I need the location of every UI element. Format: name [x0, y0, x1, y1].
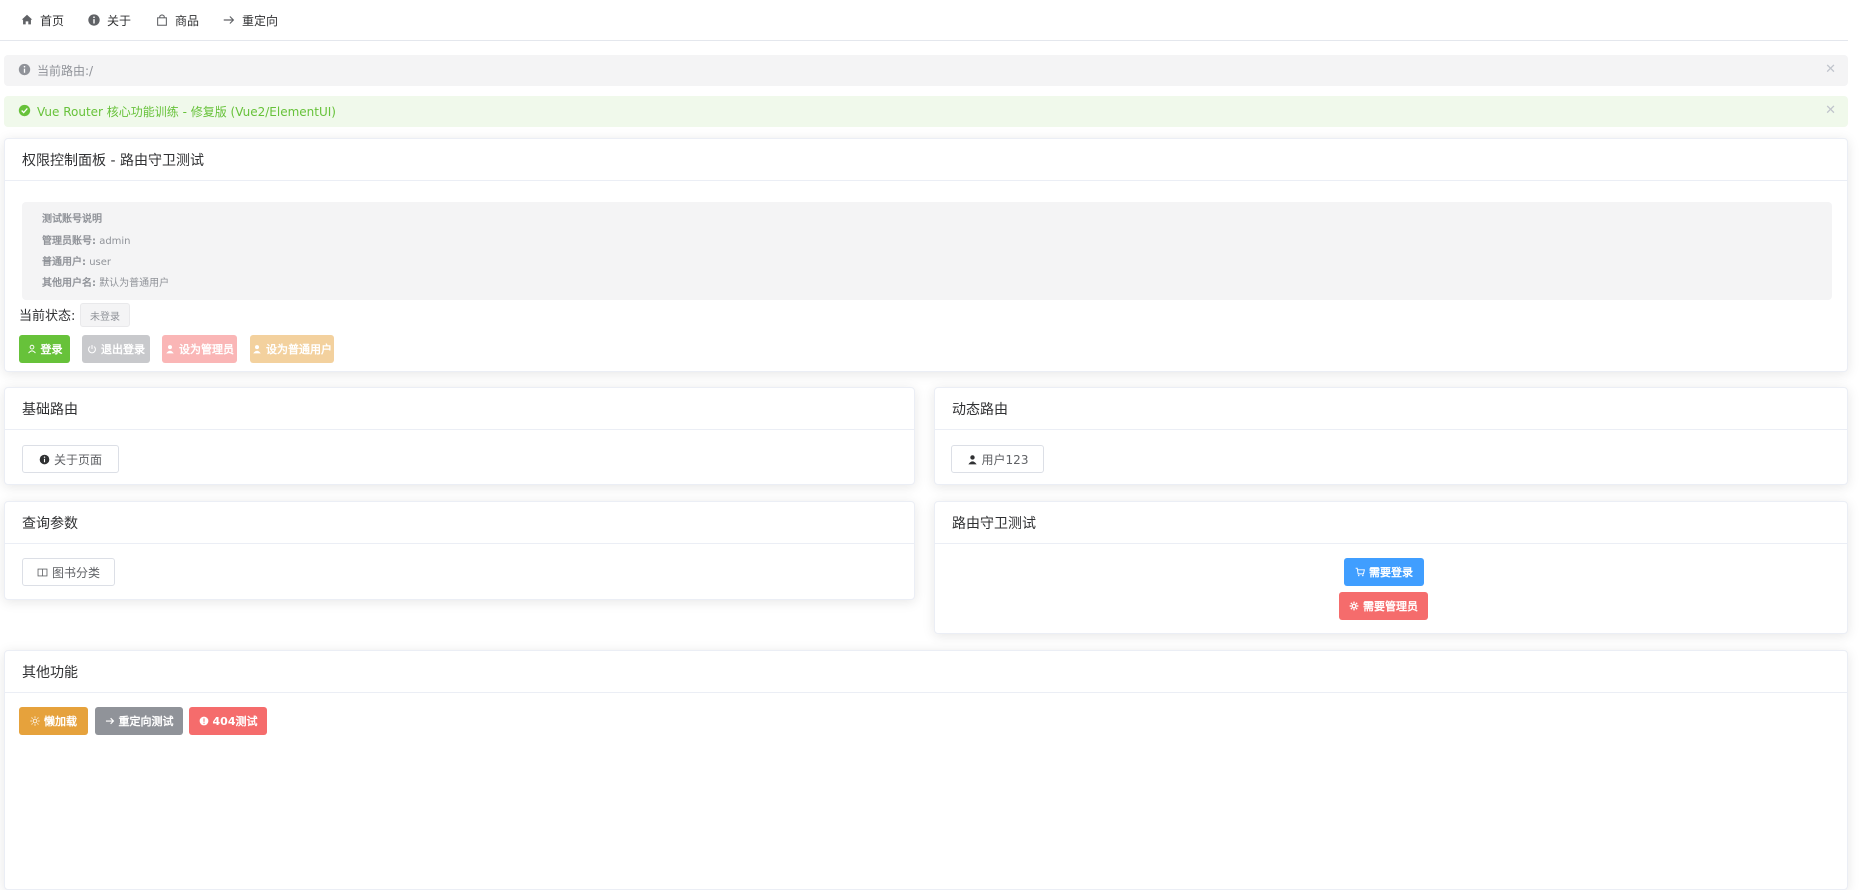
sun-icon — [30, 716, 40, 726]
need-login-button[interactable]: 需要登录 — [1344, 558, 1424, 586]
login-label: 登录 — [40, 343, 63, 356]
dynamic-routes-card: 动态路由 用户123 — [934, 387, 1848, 485]
nav-item-label: 重定向 — [242, 13, 279, 28]
nav-item-about[interactable]: 关于 — [87, 9, 131, 31]
login-button[interactable]: 登录 — [19, 335, 70, 363]
nav-item-home[interactable]: 首页 — [20, 9, 64, 31]
route-info-text: 当前路由:/ — [37, 64, 94, 78]
book-categories-label: 图书分类 — [51, 565, 100, 580]
bag-icon — [157, 14, 167, 26]
card-title: 基础路由 — [22, 401, 78, 418]
nav-item-redirect[interactable]: 重定向 — [222, 9, 278, 31]
need-admin-button[interactable]: 需要管理员 — [1339, 592, 1428, 620]
user-account-line: 普通用户: user — [42, 253, 111, 268]
user-123-button[interactable]: 用户123 — [951, 445, 1044, 473]
success-alert: Vue Router 核心功能训练 - 修复版 (Vue2/ElementUI)… — [4, 96, 1848, 127]
user-label: 普通用户: — [42, 257, 86, 268]
lazy-load-label: 懒加载 — [44, 715, 77, 728]
check-circle-icon — [18, 104, 31, 117]
card-header: 基础路由 — [5, 388, 914, 430]
query-params-card: 查询参数 图书分类 — [4, 501, 915, 600]
top-nav: 首页 关于 商品 重定向 — [0, 0, 1848, 41]
user-value: user — [89, 257, 111, 268]
book-icon — [37, 568, 48, 576]
success-text: Vue Router 核心功能训练 - 修复版 (Vue2/ElementUI) — [37, 105, 336, 119]
card-title: 权限控制面板 - 路由守卫测试 — [22, 152, 204, 169]
nav-item-products[interactable]: 商品 — [155, 9, 199, 31]
book-categories-button[interactable]: 图书分类 — [22, 558, 115, 586]
card-title: 路由守卫测试 — [952, 515, 1036, 532]
info-icon — [18, 63, 31, 76]
info-title: 测试账号说明 — [42, 214, 102, 225]
card-header: 其他功能 — [5, 651, 1847, 693]
cart-icon — [1355, 567, 1365, 577]
about-page-label: 关于页面 — [53, 452, 102, 467]
need-login-label: 需要登录 — [1369, 566, 1413, 579]
other-label: 其他用户名: — [42, 278, 96, 289]
guard-test-card: 路由守卫测试 需要登录 需要管理员 — [934, 501, 1848, 634]
not-found-test-label: 404测试 — [212, 715, 258, 728]
not-found-test-button[interactable]: 404测试 — [189, 707, 267, 735]
redirect-test-label: 重定向测试 — [118, 715, 174, 728]
nav-item-label: 关于 — [107, 13, 132, 28]
status-label: 当前状态: — [19, 309, 76, 324]
logout-label: 退出登录 — [101, 343, 145, 356]
user-icon — [27, 344, 36, 354]
status-tag: 未登录 — [80, 303, 130, 327]
permission-panel: 权限控制面板 - 路由守卫测试 测试账号说明 管理员账号: admin 普通用户… — [4, 138, 1848, 372]
need-admin-label: 需要管理员 — [1363, 600, 1418, 613]
gear-icon — [1349, 601, 1359, 611]
card-title: 其他功能 — [22, 664, 78, 681]
arrow-right-icon — [223, 16, 235, 24]
set-admin-label: 设为管理员 — [179, 343, 234, 356]
other-value: 默认为普通用户 — [99, 278, 170, 289]
set-admin-button[interactable]: 设为管理员 — [162, 335, 237, 363]
set-user-button[interactable]: 设为普通用户 — [250, 335, 334, 363]
arrow-right-icon — [105, 717, 114, 725]
account-info-box: 测试账号说明 管理员账号: admin 普通用户: user 其他用户名: 默认… — [22, 202, 1832, 300]
other-features-card: 其他功能 懒加载 重定向测试 404测试 — [4, 650, 1848, 890]
redirect-test-button[interactable]: 重定向测试 — [95, 707, 183, 735]
nav-item-label: 首页 — [40, 13, 65, 28]
admin-value: admin — [99, 236, 131, 247]
card-header: 查询参数 — [5, 502, 914, 544]
set-user-label: 设为普通用户 — [266, 343, 332, 356]
card-header: 路由守卫测试 — [935, 502, 1847, 544]
basic-routes-card: 基础路由 关于页面 — [4, 387, 915, 485]
power-icon — [88, 344, 96, 354]
user-filled-icon — [967, 454, 977, 464]
card-title: 查询参数 — [22, 515, 78, 532]
home-icon — [21, 14, 33, 25]
admin-label: 管理员账号: — [42, 236, 96, 247]
card-title: 动态路由 — [952, 401, 1008, 418]
close-icon[interactable]: ✕ — [1825, 62, 1836, 77]
user-123-label: 用户123 — [981, 452, 1029, 467]
close-icon[interactable]: ✕ — [1825, 103, 1836, 118]
nav-item-label: 商品 — [175, 13, 200, 28]
card-header: 动态路由 — [935, 388, 1847, 430]
admin-account-line: 管理员账号: admin — [42, 232, 131, 247]
lazy-load-button[interactable]: 懒加载 — [19, 707, 88, 735]
user-filled-icon — [166, 345, 174, 354]
logout-button[interactable]: 退出登录 — [82, 335, 150, 363]
info-icon — [39, 454, 50, 464]
user-filled-icon — [253, 345, 261, 354]
warning-circle-icon — [199, 716, 208, 726]
info-icon — [88, 14, 100, 26]
other-account-line: 其他用户名: 默认为普通用户 — [42, 274, 169, 289]
card-header: 权限控制面板 - 路由守卫测试 — [5, 139, 1847, 181]
about-page-button[interactable]: 关于页面 — [22, 445, 119, 473]
route-info-alert: 当前路由:/ ✕ — [4, 55, 1848, 86]
